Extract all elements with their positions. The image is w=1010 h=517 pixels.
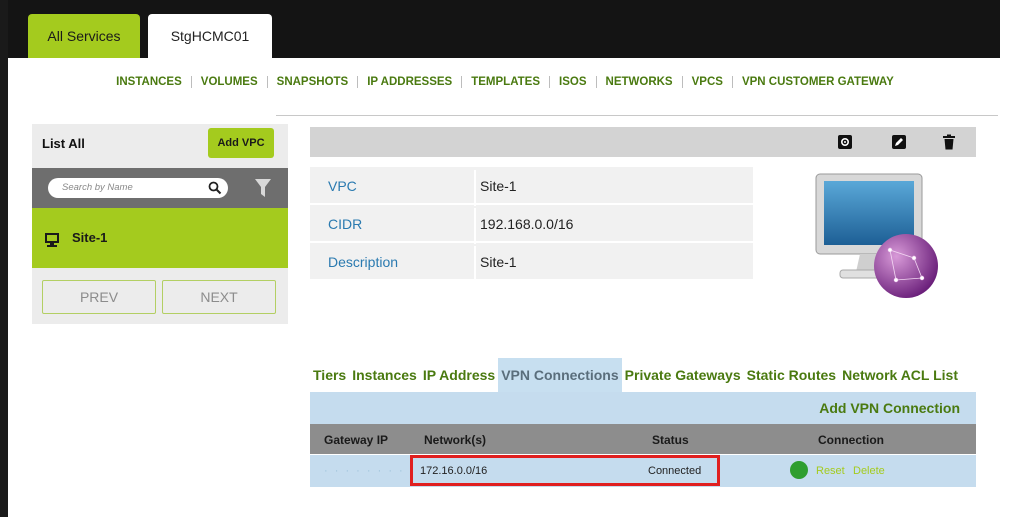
edit-icon[interactable]: [891, 134, 907, 150]
col-connection: Connection: [818, 433, 884, 447]
info-value: 192.168.0.0/16: [474, 208, 573, 244]
info-value: Site-1: [474, 246, 517, 282]
search-input[interactable]: Search by Name: [48, 178, 228, 198]
tab-private-gateways[interactable]: Private Gateways: [622, 358, 744, 392]
reset-link[interactable]: Reset: [816, 465, 845, 477]
list-item-label: Site-1: [72, 230, 108, 245]
vpn-table-header: Gateway IP Network(s) Status Connection: [310, 424, 976, 454]
subnav-vpcs[interactable]: VPCS: [681, 76, 732, 88]
search-placeholder: Search by Name: [62, 182, 133, 193]
subnav-templates[interactable]: TEMPLATES: [461, 76, 549, 88]
info-key: CIDR: [328, 216, 363, 232]
subnav-instances[interactable]: INSTANCES: [107, 76, 191, 88]
tab-vpn-connections[interactable]: VPN Connections: [498, 358, 622, 392]
info-key: VPC: [328, 178, 357, 194]
col-networks: Network(s): [424, 433, 487, 447]
list-item-site-1[interactable]: Site-1: [32, 208, 288, 268]
info-value: Site-1: [474, 170, 517, 206]
info-row-cidr: CIDR 192.168.0.0/16: [310, 205, 753, 244]
add-vpc-button[interactable]: Add VPC: [208, 128, 274, 158]
search-icon[interactable]: [208, 181, 222, 195]
settings-icon[interactable]: [837, 134, 853, 150]
subnav-networks[interactable]: NETWORKS: [595, 76, 682, 88]
monitor-icon: [45, 233, 59, 247]
search-bar: Search by Name: [32, 168, 288, 208]
info-key: Description: [328, 254, 399, 270]
list-all-label: List All: [42, 136, 85, 151]
tab-all-services[interactable]: All Services: [28, 14, 140, 58]
highlight-annotation-box: [410, 455, 720, 486]
subnav-ip-addresses[interactable]: IP ADDRESSES: [357, 76, 461, 88]
detail-action-bar: [310, 127, 976, 157]
add-vpn-bar: Add VPN Connection: [310, 392, 976, 424]
connection-status-icon: [790, 461, 808, 479]
add-vpn-connection-link[interactable]: Add VPN Connection: [819, 400, 960, 416]
subnav-volumes[interactable]: VOLUMES: [190, 76, 267, 88]
col-status: Status: [652, 433, 689, 447]
delete-link[interactable]: Delete: [853, 465, 885, 477]
info-row-description: Description Site-1: [310, 243, 753, 282]
info-row-vpc: VPC Site-1: [310, 167, 753, 206]
delete-icon[interactable]: [941, 134, 957, 150]
tab-tiers[interactable]: Tiers: [310, 358, 349, 392]
gateway-ip-value: · · · · · · · · ·: [324, 465, 416, 477]
prev-button[interactable]: PREV: [42, 280, 156, 314]
filter-icon[interactable]: [254, 178, 272, 198]
tab-ip-address[interactable]: IP Address: [420, 358, 498, 392]
subnav-divider: [276, 115, 998, 116]
tab-network-acl-list[interactable]: Network ACL List: [839, 358, 961, 392]
top-tab-bar: All Services StgHCMC01: [8, 0, 1000, 58]
vpc-monitor-globe-icon: [815, 173, 938, 298]
tab-stghcmc01[interactable]: StgHCMC01: [148, 14, 272, 58]
service-subnav: INSTANCES VOLUMES SNAPSHOTS IP ADDRESSES…: [0, 76, 1010, 96]
tab-instances[interactable]: Instances: [349, 358, 420, 392]
col-gateway-ip: Gateway IP: [324, 433, 389, 447]
vpc-info-table: VPC Site-1 CIDR 192.168.0.0/16 Descripti…: [310, 167, 753, 282]
vpc-detail-tabs: Tiers Instances IP Address VPN Connectio…: [310, 358, 961, 392]
vpc-list-panel: List All Add VPC Search by Name Site-1 P…: [32, 124, 288, 324]
tab-static-routes[interactable]: Static Routes: [744, 358, 839, 392]
subnav-isos[interactable]: ISOS: [549, 76, 595, 88]
next-button[interactable]: NEXT: [162, 280, 276, 314]
subnav-vpn-customer-gateway[interactable]: VPN CUSTOMER GATEWAY: [731, 76, 903, 88]
subnav-snapshots[interactable]: SNAPSHOTS: [266, 76, 358, 88]
